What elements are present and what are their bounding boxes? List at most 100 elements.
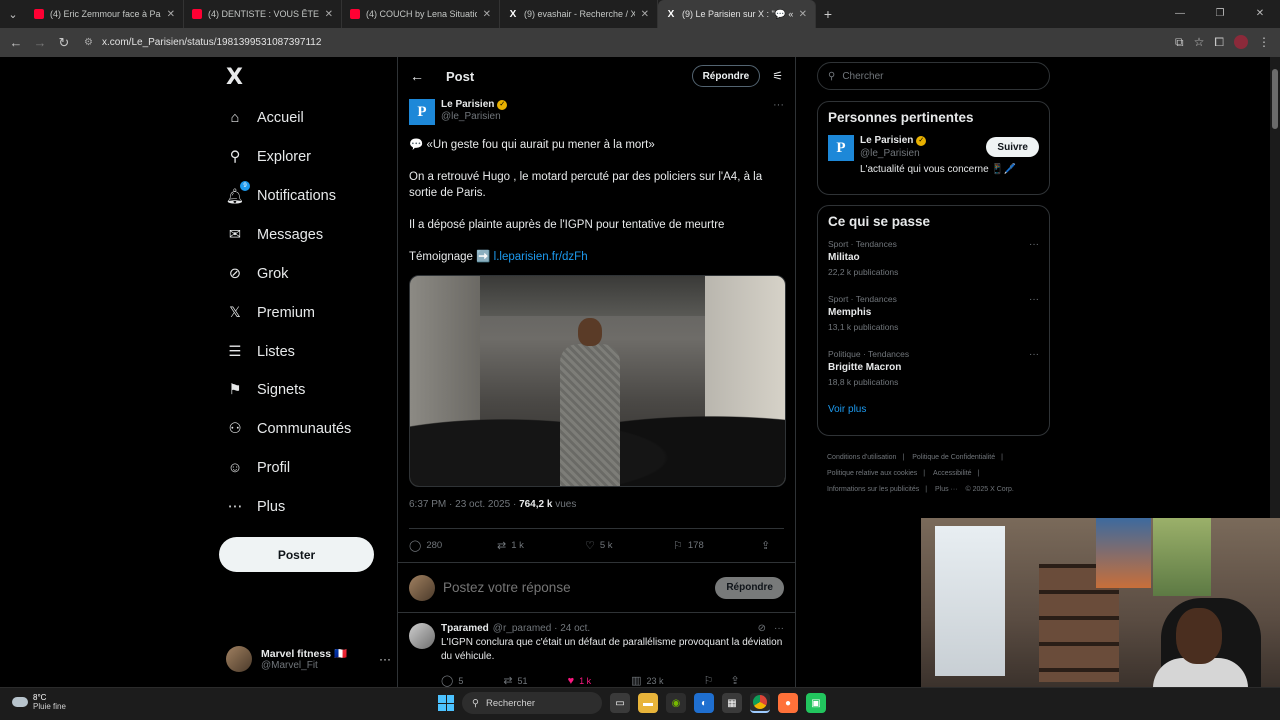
minimize-icon[interactable]: —	[1160, 0, 1200, 28]
nav-item-listes[interactable]: ☰ Listes	[226, 337, 295, 367]
more-icon[interactable]: ···	[1029, 294, 1039, 305]
repost-action[interactable]: ⇄ 51	[503, 674, 527, 687]
share-action[interactable]: ⇪	[761, 539, 775, 552]
task-view-icon[interactable]: ▭	[610, 693, 630, 713]
reply-submit-button[interactable]: Répondre	[715, 576, 784, 599]
nav-item-messages[interactable]: ✉ Messages	[226, 220, 323, 250]
nav-item-signets[interactable]: ⚑ Signets	[226, 375, 306, 405]
scrollbar-thumb[interactable]	[1272, 69, 1278, 129]
nav-item-profil[interactable]: ☺ Profil	[226, 453, 290, 483]
nav-item-explorer[interactable]: ⚲ Explorer	[226, 142, 311, 172]
close-tab-icon[interactable]: ✕	[799, 9, 807, 20]
footer-link[interactable]: Conditions d'utilisation	[827, 454, 896, 461]
nav-item-premium[interactable]: 𝕏 Premium	[226, 298, 315, 328]
nav-item-plus[interactable]: ⋯ Plus	[226, 492, 285, 522]
footer-link[interactable]: Plus ···	[935, 486, 958, 493]
more-icon[interactable]: ···	[1029, 349, 1039, 360]
search-icon: ⚲	[472, 697, 479, 709]
maximize-icon[interactable]: ❐	[1200, 0, 1240, 28]
back-arrow-icon[interactable]: ←	[410, 68, 424, 84]
le-parisien-avatar[interactable]: P	[409, 99, 435, 125]
footer-link[interactable]: Politique de Confidentialité	[912, 454, 995, 461]
reload-icon[interactable]: ↻	[52, 35, 76, 51]
x-logo[interactable]: X	[226, 65, 243, 90]
nav-item-accueil[interactable]: ⌂ Accueil	[226, 103, 304, 133]
edge-icon[interactable]: ◐	[694, 693, 714, 713]
trend-item[interactable]: Sport · Tendances Memphis 13,1 k publica…	[818, 284, 1049, 339]
more-icon[interactable]: ···	[379, 652, 391, 666]
close-tab-icon[interactable]: ✕	[641, 9, 649, 20]
weather-widget[interactable]: 8°C Pluie fine	[12, 693, 66, 711]
search-box[interactable]: ⚲ Chercher	[817, 62, 1050, 90]
browser-tab[interactable]: (4) COUCH by Lena Situations ✕	[342, 0, 500, 28]
close-tab-icon[interactable]: ✕	[483, 9, 491, 20]
browser-tab[interactable]: (4) Eric Zemmour face à Pascal ✕	[26, 0, 184, 28]
windows-start-icon[interactable]	[438, 695, 454, 711]
post-button[interactable]: Poster	[219, 537, 374, 572]
tweet-author[interactable]: Le Parisien ✓	[441, 99, 508, 110]
show-more-link[interactable]: Voir plus	[818, 394, 1049, 425]
nvidia-icon[interactable]: ◉	[666, 693, 686, 713]
footer-link[interactable]: Accessibilité	[933, 470, 972, 477]
firefox-icon[interactable]: ●	[778, 693, 798, 713]
browser-tab[interactable]: (4) DENTISTE : VOUS ÊTES SALE ✕	[184, 0, 342, 28]
tweet-link[interactable]: l.leparisien.fr/dzFh	[494, 251, 588, 263]
nav-item-notifications[interactable]: 🔔︎ 9 Notifications	[226, 181, 336, 211]
trend-item[interactable]: Politique · Tendances Brigitte Macron 18…	[818, 339, 1049, 394]
browser-menu-icon[interactable]: ⋮	[1258, 35, 1270, 50]
more-icon[interactable]: ···	[774, 623, 784, 634]
back-arrow-icon[interactable]: ←	[4, 35, 28, 50]
avatar[interactable]	[409, 623, 435, 649]
close-window-icon[interactable]: ✕	[1240, 0, 1280, 28]
nav-item-grok[interactable]: ⊘ Grok	[226, 259, 289, 289]
browser-tab-active[interactable]: X (9) Le Parisien sur X : "💬 «Un g ✕	[658, 0, 816, 28]
reply-settings-icon[interactable]: ⚟	[772, 69, 783, 83]
account-switcher[interactable]: Marvel fitness 🇫🇷 @Marvel_Fit ···	[226, 641, 391, 677]
tweet-handle[interactable]: @le_Parisien	[441, 111, 507, 122]
tweet-time[interactable]: 6:37 PM · 23 oct. 2025 ·	[409, 499, 519, 510]
more-icon[interactable]: ···	[773, 99, 784, 111]
nav-item-communautés[interactable]: ⚇ Communautés	[226, 414, 352, 444]
bookmark-action[interactable]: ⚐ 178	[673, 539, 761, 552]
profile-avatar[interactable]	[1234, 35, 1248, 49]
relevant-person[interactable]: P Le Parisien ✓ @le_Parisien L'actualité …	[818, 125, 1049, 203]
url-bar[interactable]: ⚙ x.com/Le_Parisien/status/1981399531087…	[84, 32, 1124, 54]
share-action[interactable]: ⇪	[730, 674, 744, 687]
follow-button[interactable]: Suivre	[986, 137, 1039, 157]
trend-item[interactable]: Sport · Tendances Militao 22,2 k publica…	[818, 229, 1049, 284]
new-tab-icon[interactable]: +	[816, 6, 840, 22]
app-icon[interactable]: ▣	[806, 693, 826, 713]
reply-tweet[interactable]: Tparamed @r_paramed · 24 oct. ⊘ ··· L'IG…	[398, 612, 795, 687]
tab-search-chevron-icon[interactable]: ⌄	[0, 0, 26, 28]
like-action[interactable]: ♥ 1 k	[568, 674, 592, 687]
close-tab-icon[interactable]: ✕	[167, 9, 175, 20]
extensions-icon[interactable]: ⧠	[1214, 35, 1224, 50]
taskbar-search[interactable]: ⚲ Rechercher	[462, 692, 602, 714]
tweet-photo[interactable]	[409, 275, 786, 487]
reply-author-name[interactable]: Tparamed	[441, 623, 489, 634]
forward-arrow-icon[interactable]: →	[28, 35, 52, 50]
heart-filled-icon: ♥	[567, 674, 575, 687]
more-icon[interactable]: ···	[1029, 239, 1039, 250]
reply-input[interactable]	[443, 580, 716, 595]
repost-action[interactable]: ⇄ 1 k	[497, 539, 585, 552]
cast-icon[interactable]: ⧉	[1175, 35, 1184, 50]
bookmark-star-icon[interactable]: ☆	[1194, 35, 1205, 50]
footer-link[interactable]: Politique relative aux cookies	[827, 470, 917, 477]
store-icon[interactable]: ▦	[722, 693, 742, 713]
browser-tab[interactable]: X (9) evashair - Recherche / X ✕	[500, 0, 658, 28]
reply-action[interactable]: ◯ 280	[409, 539, 497, 552]
file-explorer-icon[interactable]: ▬	[638, 693, 658, 713]
close-tab-icon[interactable]: ✕	[325, 9, 333, 20]
footer-link[interactable]: Informations sur les publicités	[827, 486, 919, 493]
grok-icon[interactable]: ⊘	[758, 623, 766, 634]
like-action[interactable]: ♡ 5 k	[585, 539, 673, 552]
reply-icon: ◯	[441, 675, 454, 687]
le-parisien-avatar[interactable]: P	[828, 135, 854, 161]
site-info-icon[interactable]: ⚙	[84, 37, 102, 48]
views-action[interactable]: ▥ 23 k	[631, 674, 663, 687]
bookmark-action[interactable]: ⚐	[704, 674, 719, 687]
reply-header-button[interactable]: Répondre	[691, 65, 761, 87]
chrome-icon[interactable]	[750, 693, 770, 713]
reply-action[interactable]: ◯ 5	[441, 674, 463, 687]
